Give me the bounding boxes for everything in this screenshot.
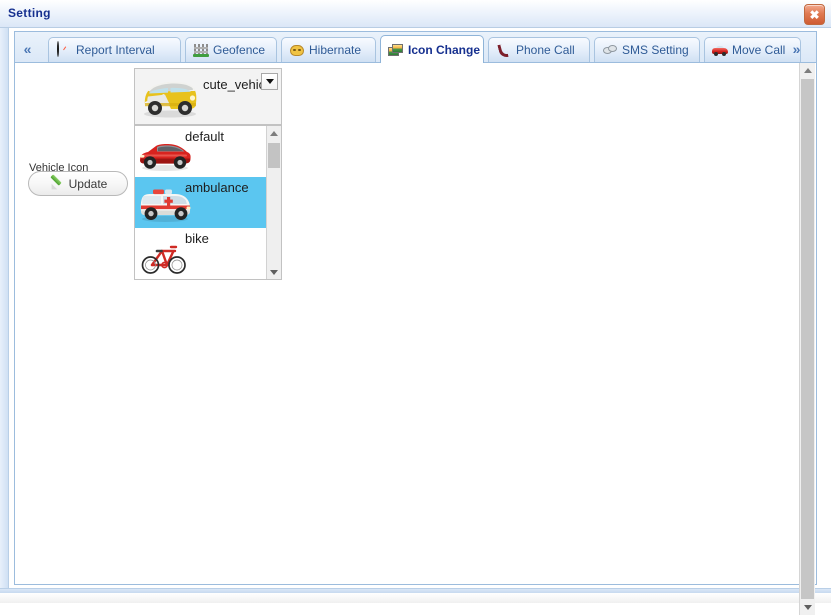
triangle-up-icon	[803, 68, 812, 73]
bicycle-icon	[137, 236, 193, 276]
pencil-icon	[49, 176, 64, 191]
tab-sms-setting[interactable]: SMS Setting	[594, 37, 700, 62]
tab-scroll-left-button[interactable]: «	[18, 37, 37, 61]
yellow-van-icon	[139, 75, 201, 119]
tab-label: SMS Setting	[622, 43, 689, 57]
tab-report-interval[interactable]: Report Interval	[48, 37, 181, 62]
red-convertible-icon	[137, 134, 193, 174]
tab-label: Report Interval	[76, 43, 155, 57]
panel-scroll-up-button[interactable]	[800, 63, 815, 78]
dropdown-scrollbar[interactable]	[266, 126, 281, 279]
panel-scrollbar[interactable]	[799, 63, 815, 615]
option-label: ambulance	[185, 180, 249, 195]
update-button[interactable]: Update	[28, 171, 128, 196]
triangle-down-icon	[803, 605, 812, 610]
close-icon: ✖	[809, 7, 820, 22]
window-title: Setting	[8, 6, 51, 20]
tab-label: Phone Call	[516, 43, 575, 57]
panel-scroll-thumb[interactable]	[801, 79, 814, 599]
ambulance-icon	[137, 185, 193, 225]
settings-panel: « Report Interval Geofence Hibernate Ico…	[14, 31, 817, 615]
clock-icon	[56, 41, 72, 58]
tab-hibernate[interactable]: Hibernate	[281, 37, 376, 62]
vehicle-icon-combobox[interactable]: cute_vehicle	[134, 68, 282, 125]
dropdown-option-default[interactable]: default	[135, 126, 267, 177]
triangle-up-icon	[270, 130, 278, 136]
dropdown-scroll-up-button[interactable]	[267, 126, 281, 140]
vehicle-icon-dropdown-list: default ambulance bike	[134, 125, 282, 280]
desktop-strip	[0, 593, 831, 603]
close-button[interactable]: ✖	[804, 4, 825, 25]
tab-icon-change[interactable]: Icon Change	[380, 35, 484, 63]
tab-label: Icon Change	[408, 42, 481, 57]
window-titlebar: Setting ✖	[0, 0, 831, 28]
dropdown-option-ambulance[interactable]: ambulance	[135, 177, 267, 228]
tab-scroll-right-button[interactable]: »	[787, 37, 806, 61]
icon-change-tab-panel: Vehicle Icon Update cute_vehicle default…	[15, 63, 816, 584]
tab-label: Move Call	[732, 43, 786, 57]
tab-phone-call[interactable]: Phone Call	[488, 37, 590, 62]
tab-strip: « Report Interval Geofence Hibernate Ico…	[15, 32, 816, 63]
chevron-right-icon: »	[792, 41, 801, 57]
mask-icon	[289, 42, 305, 58]
setting-window: Setting ✖ « Report Interval Geofence Hib…	[0, 0, 831, 615]
fence-icon	[193, 42, 209, 58]
window-left-frame	[0, 28, 9, 588]
tab-label: Hibernate	[309, 43, 362, 57]
sms-icon	[602, 42, 618, 58]
update-button-label: Update	[68, 176, 108, 191]
chevron-left-icon: «	[23, 41, 32, 57]
car-icon	[712, 42, 728, 58]
tab-label: Geofence	[213, 43, 266, 57]
chevron-down-icon[interactable]	[261, 73, 278, 90]
image-swap-icon	[388, 42, 404, 58]
triangle-down-icon	[270, 269, 278, 275]
panel-scroll-down-button[interactable]	[800, 600, 815, 615]
tab-geofence[interactable]: Geofence	[185, 37, 277, 62]
dropdown-option-bike[interactable]: bike	[135, 228, 267, 279]
dropdown-items: default ambulance bike	[135, 126, 267, 279]
dropdown-scroll-thumb[interactable]	[268, 143, 280, 168]
phone-icon	[496, 42, 512, 58]
dropdown-scroll-down-button[interactable]	[267, 265, 281, 279]
